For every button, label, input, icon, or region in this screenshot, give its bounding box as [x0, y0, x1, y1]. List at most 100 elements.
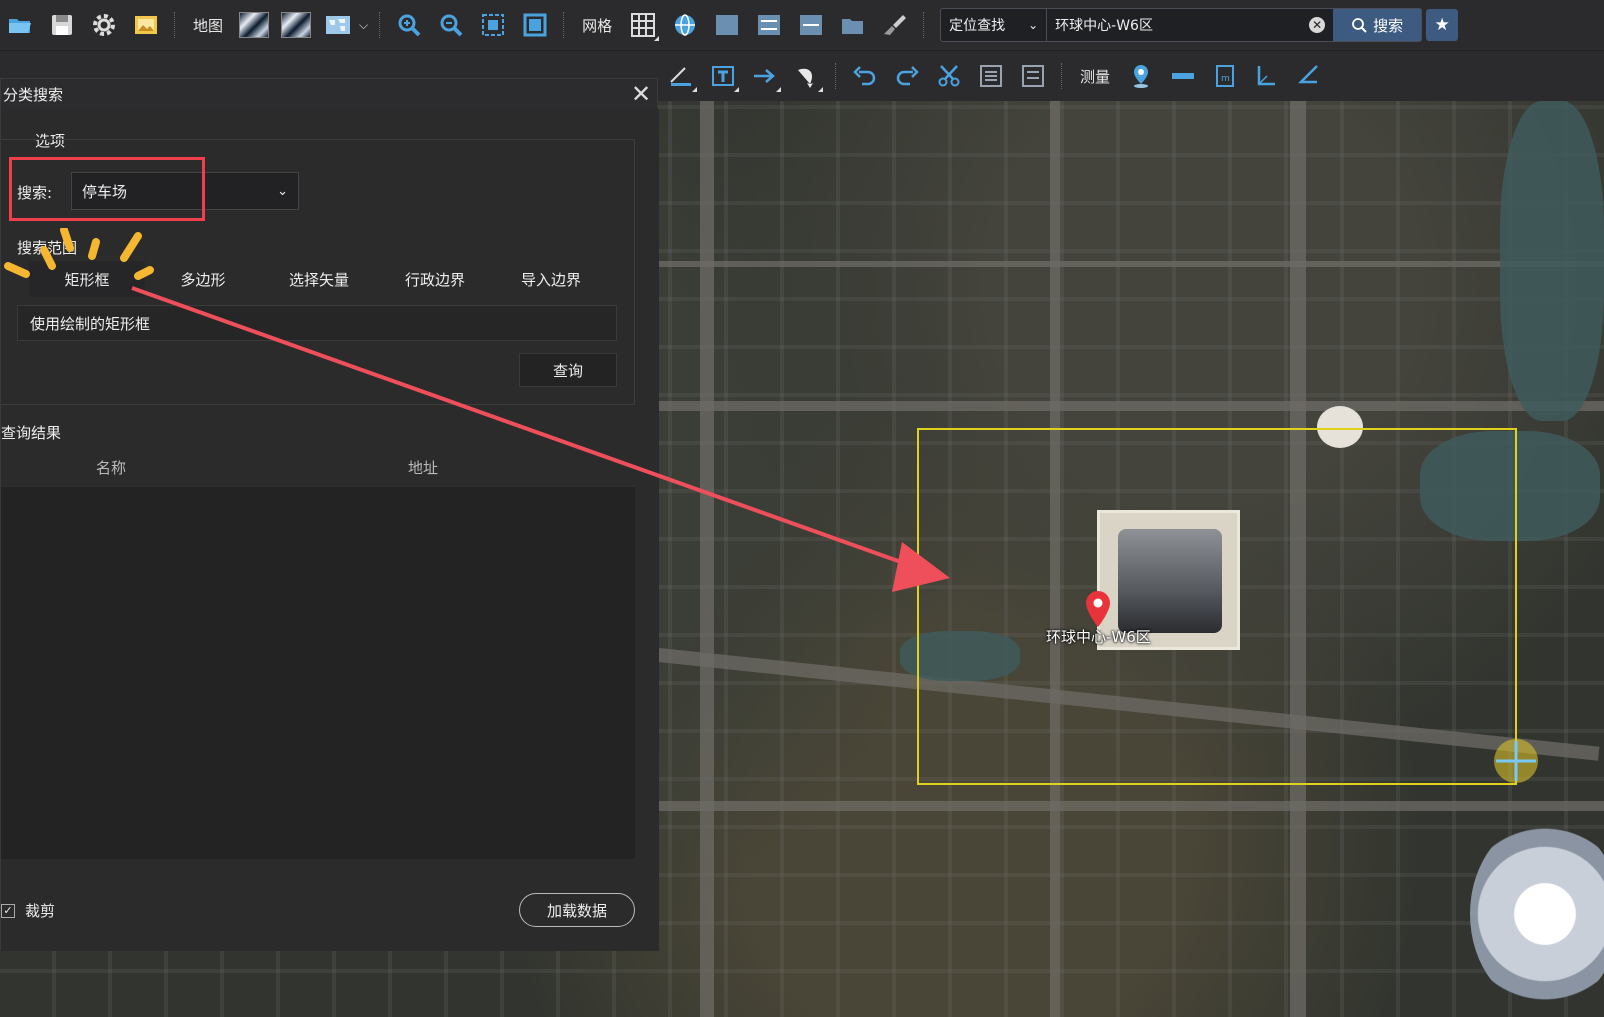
crop-label: 裁剪 — [25, 902, 56, 920]
grid-button[interactable] — [625, 7, 661, 43]
arrow-right-icon — [754, 69, 775, 83]
draw-line-button[interactable] — [663, 58, 699, 94]
dialog-title: 分类搜索 — [3, 85, 64, 104]
range-tabs: 矩形框 多边形 选择矢量 行政边界 导入边界 — [29, 261, 609, 297]
dialog-titlebar[interactable]: 分类搜索 ✕ — [1, 79, 657, 109]
toolbar-separator — [923, 12, 925, 38]
locate-mode-value: 定位查找 — [949, 18, 1006, 34]
zoom-in-button[interactable] — [391, 7, 427, 43]
height-icon — [1257, 66, 1276, 86]
scissors-icon — [938, 65, 960, 87]
redo-button[interactable] — [889, 58, 925, 94]
area-icon: m — [1216, 65, 1235, 87]
open-folder-button[interactable] — [2, 7, 38, 43]
folder-layer-icon — [842, 19, 864, 34]
tab-rectangle[interactable]: 矩形框 — [29, 261, 145, 297]
toolbar-separator — [835, 63, 837, 89]
attribute-list-button[interactable] — [1015, 58, 1051, 94]
zoom-out-icon — [440, 14, 463, 37]
arena-building — [1470, 819, 1604, 1009]
ruler-icon — [1172, 73, 1195, 79]
angle-icon — [1297, 65, 1318, 84]
crop-option[interactable]: ✓ 裁剪 — [1, 900, 55, 921]
chevron-down-icon: ⌄ — [277, 183, 288, 199]
line-style-icon — [670, 67, 691, 86]
attribute-table-button[interactable] — [973, 58, 1009, 94]
brush-icon — [884, 15, 907, 35]
selection-rectangle[interactable] — [917, 428, 1517, 785]
query-button[interactable]: 查询 — [519, 353, 617, 387]
tile-button[interactable] — [751, 7, 787, 43]
folder-open-icon — [9, 19, 31, 33]
locate-search-value: 环球中心-W6区 — [1055, 18, 1153, 34]
tab-polygon[interactable]: 多边形 — [145, 261, 261, 297]
curve-arrow-button[interactable] — [789, 58, 825, 94]
locate-search-input[interactable]: 环球中心-W6区 ✕ — [1047, 9, 1333, 41]
tab-admin-boundary[interactable]: 行政边界 — [377, 261, 493, 297]
tile-icon — [758, 15, 781, 35]
search-button[interactable]: 搜索 — [1333, 9, 1422, 41]
toolbar-separator — [563, 12, 565, 38]
results-table-header: 名称 地址 — [1, 449, 635, 487]
load-data-button[interactable]: 加载数据 — [519, 893, 635, 927]
full-extent-button[interactable] — [517, 7, 553, 43]
wms-button[interactable] — [793, 7, 829, 43]
folder-layer-button[interactable] — [835, 7, 871, 43]
brush-button[interactable] — [877, 7, 913, 43]
svg-text:m: m — [1221, 74, 1230, 84]
close-icon[interactable]: ✕ — [629, 80, 653, 108]
measure-distance-button[interactable] — [1165, 58, 1201, 94]
crop-checkbox[interactable]: ✓ — [1, 903, 15, 918]
locate-mode-select[interactable]: 定位查找 ⌄ — [941, 9, 1048, 41]
main-toolbar: 地图 ⌵ 网格 定位查找 ⌄ 环球中心-W6区 ✕ 搜索 ★ — [0, 0, 1604, 51]
kml-icon — [716, 15, 739, 35]
results-label: 查询结果 — [1, 424, 62, 442]
search-icon — [1352, 18, 1367, 33]
measure-height-button[interactable] — [1249, 58, 1285, 94]
table-icon — [980, 65, 1002, 87]
zoom-extent-button[interactable] — [475, 7, 511, 43]
globe-button[interactable] — [667, 7, 703, 43]
undo-button[interactable] — [847, 58, 883, 94]
measure-area-button[interactable]: m — [1207, 58, 1243, 94]
full-extent-icon — [523, 13, 547, 37]
tab-select-vector[interactable]: 选择矢量 — [261, 261, 377, 297]
cut-button[interactable] — [931, 58, 967, 94]
clear-icon[interactable]: ✕ — [1309, 17, 1326, 33]
save-button[interactable] — [44, 7, 80, 43]
world-map-button[interactable] — [320, 7, 356, 43]
highlight-box — [9, 157, 205, 221]
wms-icon — [800, 15, 823, 35]
globe-icon — [675, 14, 696, 36]
move-handle-icon[interactable] — [1492, 737, 1540, 785]
text-button[interactable] — [705, 58, 741, 94]
column-header-address[interactable]: 地址 — [221, 457, 635, 478]
dialog-body: 选项 搜索: 停车场 ⌄ 搜索范围 矩形框 多边形 选择矢量 行政边界 导入边界… — [1, 109, 659, 951]
redo-icon — [896, 66, 919, 86]
location-pin-icon[interactable] — [1083, 589, 1113, 629]
map-menu-label[interactable]: 地图 — [183, 15, 233, 36]
kml-button[interactable] — [709, 7, 745, 43]
favorite-button[interactable]: ★ — [1426, 9, 1459, 41]
settings-button[interactable] — [86, 7, 122, 43]
tab-import-boundary[interactable]: 导入边界 — [493, 261, 609, 297]
search-range-label: 搜索范围 — [17, 239, 78, 257]
world-map-icon — [326, 16, 351, 34]
toolbar-separator — [174, 12, 176, 38]
column-header-name[interactable]: 名称 — [1, 457, 221, 478]
basemap-thumb-2[interactable] — [278, 7, 314, 43]
grid-menu-label[interactable]: 网格 — [572, 15, 622, 36]
basemap-thumb-1[interactable] — [236, 7, 272, 43]
zoom-out-button[interactable] — [433, 7, 469, 43]
chevron-down-icon[interactable]: ⌵ — [359, 18, 368, 33]
arrow-draw-button[interactable] — [747, 58, 783, 94]
chevron-down-icon: ⌄ — [1028, 18, 1039, 32]
save-icon — [52, 15, 72, 35]
results-table[interactable]: 名称 地址 — [1, 449, 635, 859]
curve-arrow-icon — [798, 68, 813, 88]
measure-angle-button[interactable] — [1291, 58, 1327, 94]
search-button-label: 搜索 — [1373, 16, 1404, 35]
toolbar-separator — [1061, 63, 1063, 89]
image-button[interactable] — [128, 7, 164, 43]
measure-point-button[interactable] — [1123, 58, 1159, 94]
